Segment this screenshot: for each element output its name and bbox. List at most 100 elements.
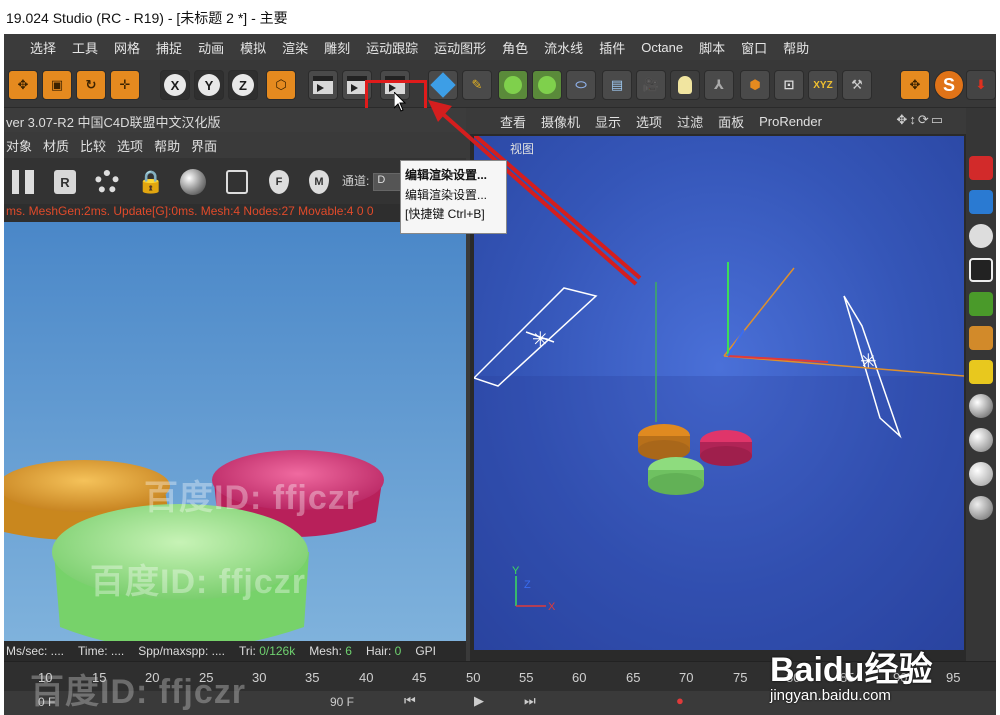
settings-button[interactable]: [94, 168, 120, 196]
go-to-start-icon[interactable]: ⏮: [404, 693, 416, 709]
octane-area-light-button[interactable]: [969, 258, 993, 282]
menu-plugins[interactable]: 插件: [591, 38, 633, 57]
viewport-menu-prorender[interactable]: ProRender: [759, 114, 837, 129]
render-preview: 百度ID: ffjczr 百度ID: ffjczr: [4, 222, 466, 641]
viewport-menu-panel[interactable]: 面板: [718, 112, 759, 131]
drop-down-arrow-button[interactable]: ⬇: [966, 70, 996, 100]
scale-icon: ▣: [50, 77, 64, 92]
render-stats: ms. MeshGen:2ms. Update[G]:0ms. Mesh:4 N…: [4, 204, 466, 222]
menu-help[interactable]: 帮助: [775, 38, 817, 57]
end-frame-field[interactable]: 90 F: [330, 695, 354, 709]
subdivision-icon: [504, 76, 522, 94]
x-axis-button[interactable]: X: [160, 70, 190, 100]
move-tool-button[interactable]: ✥: [8, 70, 38, 100]
tooltip-description: 编辑渲染设置...: [405, 188, 488, 202]
octane-menu-help[interactable]: 帮助: [154, 136, 189, 155]
menu-octane[interactable]: Octane: [633, 40, 691, 55]
octane-tools: R 🔒 F M 通道: D: [4, 158, 466, 204]
menu-animate[interactable]: 动画: [190, 38, 232, 57]
menu-simulate[interactable]: 模拟: [232, 38, 274, 57]
octane-mix-button[interactable]: [969, 496, 993, 520]
svg-text:Z: Z: [524, 579, 531, 591]
snap-button[interactable]: ✥: [900, 70, 930, 100]
timeline-tick: 60: [572, 670, 587, 685]
viewport-menu-filter[interactable]: 过滤: [677, 112, 718, 131]
floor-icon: ▤: [610, 77, 624, 92]
light-button[interactable]: [670, 70, 700, 100]
timeline-tick: 75: [733, 670, 748, 685]
material-pick-button[interactable]: M: [306, 168, 332, 196]
focus-pin-icon: F: [269, 170, 289, 194]
live-selection-button[interactable]: ✛: [110, 70, 140, 100]
octane-target-button[interactable]: [969, 224, 993, 248]
menu-snap[interactable]: 捕捉: [148, 38, 190, 57]
menu-render[interactable]: 渲染: [274, 38, 316, 57]
rotate-tool-button[interactable]: ↻: [76, 70, 106, 100]
mesh-readout: Mesh: 6: [309, 644, 352, 658]
menu-tools[interactable]: 工具: [64, 38, 106, 57]
octane-contrast-button[interactable]: [969, 190, 993, 214]
render-view-button[interactable]: [308, 70, 338, 100]
menu-character[interactable]: 角色: [494, 38, 536, 57]
texture-button[interactable]: ⊡: [774, 70, 804, 100]
s-plugin-icon: S: [942, 74, 955, 95]
hair-value: 0: [394, 644, 402, 658]
bone-button[interactable]: ⚒: [842, 70, 872, 100]
y-axis-button[interactable]: Y: [194, 70, 224, 100]
focus-pick-button[interactable]: F: [266, 168, 292, 196]
window-title: 19.024 Studio (RC - R19) - [未标题 2 *] - 主…: [6, 10, 288, 26]
octane-menu-compare[interactable]: 比较: [80, 136, 115, 155]
menu-script[interactable]: 脚本: [691, 38, 733, 57]
coordinate-system-button[interactable]: ⬡: [266, 70, 296, 100]
octane-menu-interface[interactable]: 界面: [191, 136, 226, 155]
menu-motion-tracker[interactable]: 运动跟踪: [358, 38, 426, 57]
octane-object-tag-button[interactable]: [969, 326, 993, 350]
octane-menu-objects[interactable]: 对象: [6, 136, 41, 155]
octane-menu-options[interactable]: 选项: [117, 136, 152, 155]
timeline-tick: 45: [412, 670, 427, 685]
tri-label: Tri:: [238, 644, 256, 658]
octane-camera-button[interactable]: [969, 156, 993, 180]
material-preview-button[interactable]: [180, 168, 206, 196]
octane-sun-button[interactable]: [969, 292, 993, 316]
octane-side-toolbar: [966, 108, 996, 661]
z-axis-button[interactable]: Z: [228, 70, 258, 100]
octane-menu-materials[interactable]: 材质: [43, 136, 78, 155]
gpu-readout: GPI: [415, 644, 436, 658]
mesh-value: 6: [345, 644, 352, 658]
menu-mograph[interactable]: 运动图形: [426, 38, 494, 57]
play-icon[interactable]: ▶: [474, 693, 484, 709]
timeline-tick: 95: [946, 670, 961, 685]
watermark-text: 百度ID: ffjczr: [90, 563, 306, 601]
pause-button[interactable]: [10, 168, 36, 196]
s-plugin-button[interactable]: S: [934, 70, 964, 100]
crosshair-icon: ✛: [119, 77, 131, 92]
menu-select[interactable]: 选择: [22, 38, 64, 57]
light-star-icon: ✳: [532, 329, 549, 351]
menu-pipeline[interactable]: 流水线: [536, 38, 591, 57]
bend-tool-button[interactable]: ⅄: [704, 70, 734, 100]
pause-icon: [12, 170, 34, 194]
hair-label: Hair:: [365, 644, 392, 658]
restart-render-button[interactable]: R: [52, 168, 78, 196]
r-icon: R: [54, 170, 76, 194]
scale-tool-button[interactable]: ▣: [42, 70, 72, 100]
material-button[interactable]: ⬢: [740, 70, 770, 100]
clapper-icon: [347, 76, 367, 94]
go-to-end-icon[interactable]: ⏭: [524, 693, 536, 709]
viewport-nav-icons[interactable]: ✥↕⟳▭: [896, 112, 960, 128]
hair-readout: Hair: 0: [366, 644, 401, 658]
xyz-swap-button[interactable]: XYZ: [808, 70, 838, 100]
menu-mesh[interactable]: 网格: [106, 38, 148, 57]
lock-button[interactable]: 🔒: [137, 168, 165, 196]
menu-window[interactable]: 窗口: [733, 38, 775, 57]
menu-sculpt[interactable]: 雕刻: [316, 38, 358, 57]
octane-material-button[interactable]: [969, 394, 993, 418]
record-icon[interactable]: ●: [676, 693, 684, 708]
region-button[interactable]: [224, 168, 250, 196]
octane-specular-button[interactable]: [969, 462, 993, 486]
lock-icon: 🔒: [137, 169, 165, 194]
octane-daylight-button[interactable]: [969, 360, 993, 384]
octane-glossy-button[interactable]: [969, 428, 993, 452]
snap-arrows-icon: ✥: [909, 77, 921, 92]
